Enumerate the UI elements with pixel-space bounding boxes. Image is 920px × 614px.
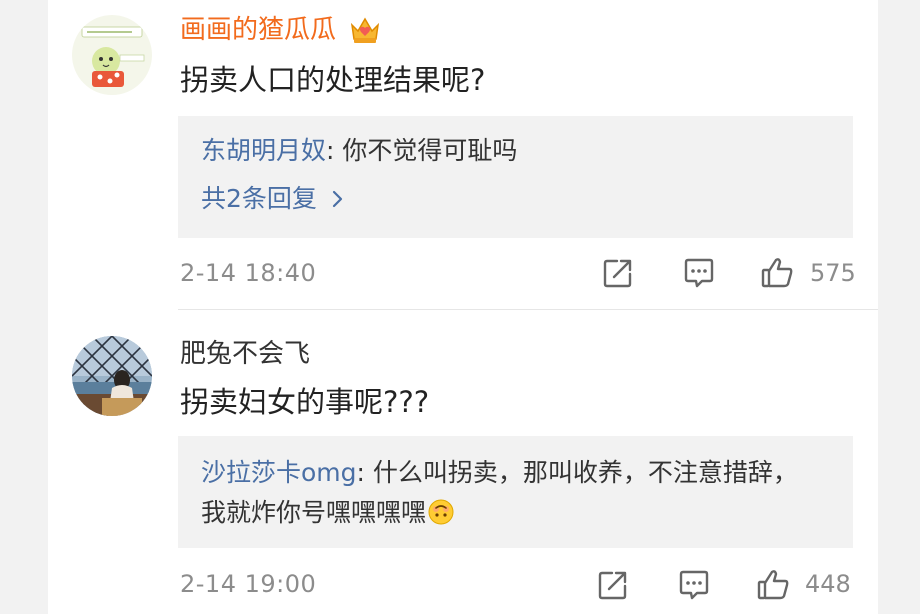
timestamp: 2-14 19:00 xyxy=(180,570,317,598)
like-count: 575 xyxy=(810,259,856,287)
reply-username[interactable]: 沙拉莎卡omg xyxy=(201,458,357,487)
comment-list: 画画的猹瓜瓜 拐卖人口的处理结果呢? 东胡明月奴: 你不觉得可耻吗 共2条回复 … xyxy=(48,0,878,614)
comment-text: 拐卖妇女的事呢??? xyxy=(180,385,430,419)
reply-line: 沙拉莎卡omg: 什么叫拐卖，那叫收养，不注意措辞， xyxy=(201,453,823,493)
upside-down-face-emoji xyxy=(428,497,454,525)
comment-item: 画画的猹瓜瓜 拐卖人口的处理结果呢? 东胡明月奴: 你不觉得可耻吗 共2条回复 … xyxy=(48,0,878,310)
comment-item: 肥兔不会飞 拐卖妇女的事呢??? 沙拉莎卡omg: 什么叫拐卖，那叫收养，不注意… xyxy=(48,310,878,614)
chevron-right-icon xyxy=(331,179,345,219)
comment-icon[interactable] xyxy=(682,256,716,290)
username[interactable]: 画画的猹瓜瓜 xyxy=(180,14,336,46)
share-icon[interactable] xyxy=(601,256,635,290)
reply-line: 我就炸你号嘿嘿嘿嘿 xyxy=(201,493,823,533)
reply-line: 东胡明月奴: 你不觉得可耻吗 xyxy=(201,131,823,171)
more-replies-link[interactable]: 共2条回复 xyxy=(201,179,345,219)
more-replies-label[interactable]: 共2条回复 xyxy=(201,184,317,213)
reply-preview[interactable]: 东胡明月奴: 你不觉得可耻吗 共2条回复 xyxy=(178,116,853,238)
thumbs-up-icon[interactable] xyxy=(760,256,794,290)
avatar[interactable] xyxy=(72,15,152,95)
comment-icon[interactable] xyxy=(677,568,711,602)
avatar[interactable] xyxy=(72,336,152,416)
share-icon[interactable] xyxy=(596,568,630,602)
crown-vip-icon xyxy=(348,13,382,47)
thumbs-up-icon[interactable] xyxy=(756,568,790,602)
reply-preview[interactable]: 沙拉莎卡omg: 什么叫拐卖，那叫收养，不注意措辞， 我就炸你号嘿嘿嘿嘿 xyxy=(178,436,853,548)
like-count: 448 xyxy=(805,570,851,598)
reply-text: : 什么叫拐卖，那叫收养，不注意措辞， xyxy=(356,458,798,487)
timestamp: 2-14 18:40 xyxy=(180,259,317,287)
username[interactable]: 肥兔不会飞 xyxy=(180,338,310,370)
reply-username[interactable]: 东胡明月奴 xyxy=(201,136,326,165)
comment-text: 拐卖人口的处理结果呢? xyxy=(180,63,486,97)
reply-text-continuation: 我就炸你号嘿嘿嘿嘿 xyxy=(201,498,427,527)
reply-text: : 你不觉得可耻吗 xyxy=(326,136,518,165)
